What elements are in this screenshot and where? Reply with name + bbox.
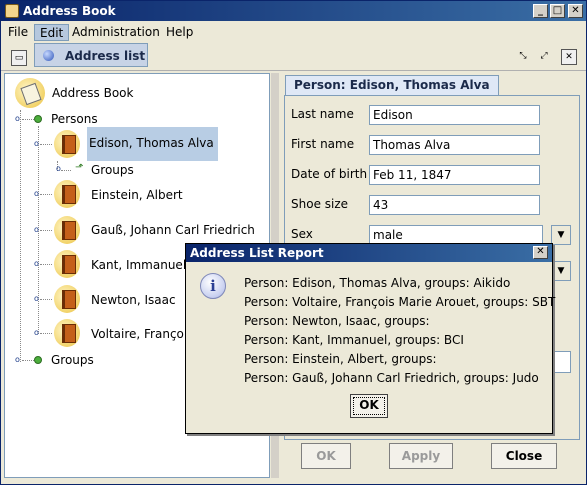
report-line: Person: Voltaire, François Marie Arouet,…	[244, 295, 556, 309]
close-frame-icon[interactable]: ✕	[561, 49, 577, 65]
date-of-birth-label: Date of birth	[291, 167, 368, 181]
shoe-size-label: Shoe size	[291, 197, 349, 211]
expand-icon[interactable]: o	[15, 356, 23, 365]
tree-line	[61, 170, 71, 171]
tree-line	[22, 360, 34, 361]
tree-line	[20, 110, 21, 362]
minimize-button[interactable]: _	[533, 4, 548, 18]
tree-node-person[interactable]: Einstein, Albert	[89, 188, 185, 202]
collapse-icon[interactable]: o	[15, 115, 23, 124]
title-bar: Address Book _ □ ✕	[1, 1, 586, 21]
tree-node-person[interactable]: Voltaire, François	[89, 327, 195, 341]
report-line: Person: Einstein, Albert, groups:	[244, 352, 437, 366]
information-icon: i	[200, 273, 226, 299]
report-line: Person: Edison, Thomas Alva, groups: Aik…	[244, 276, 511, 290]
last-name-label: Last name	[291, 107, 354, 121]
person-book-icon	[54, 180, 80, 208]
side-button[interactable]	[551, 351, 571, 373]
tree-node-person[interactable]: Gauß, Johann Carl Friedrich	[89, 223, 257, 237]
person-book-icon	[54, 250, 80, 278]
dialog-ok-button[interactable]: OK	[350, 394, 388, 418]
collapse-icon[interactable]: o	[34, 140, 42, 149]
groups-icon	[34, 356, 42, 364]
tree-line	[22, 119, 34, 120]
maximize-frame-icon[interactable]: ⤢	[536, 49, 552, 65]
tree-line	[40, 264, 52, 265]
tree-line	[40, 299, 52, 300]
tree-line	[40, 333, 52, 334]
report-line: Person: Newton, Isaac, groups:	[244, 314, 430, 328]
menu-edit[interactable]: Edit	[34, 24, 70, 41]
first-name-label: First name	[291, 137, 355, 151]
close-button[interactable]: Close	[491, 443, 557, 469]
tree-node-persons[interactable]: Persons	[49, 112, 100, 126]
person-book-icon	[54, 319, 80, 347]
tab-person[interactable]: Person: Edison, Thomas Alva	[285, 75, 499, 95]
tree-root-address-book[interactable]: Address Book	[50, 86, 135, 100]
shoe-size-field[interactable]: 43	[369, 195, 540, 215]
address-list-report-dialog: Address List Report ✕ i Person: Edison, …	[185, 243, 556, 434]
expand-icon[interactable]: o	[34, 329, 42, 338]
restore-icon[interactable]: ⤡	[515, 49, 531, 65]
menu-file[interactable]: File	[3, 24, 33, 41]
chevron-down-icon[interactable]: ▼	[551, 261, 571, 281]
address-book-window: Address Book _ □ ✕ File Edit Administrat…	[0, 0, 587, 485]
chevron-down-icon[interactable]: ▼	[551, 225, 571, 245]
last-name-field[interactable]: Edison	[369, 105, 540, 125]
apply-button[interactable]: Apply	[389, 443, 453, 469]
expand-icon[interactable]: o	[34, 226, 42, 235]
app-icon	[5, 4, 19, 18]
tree-node-person[interactable]: Edison, Thomas Alva	[87, 127, 218, 161]
window-title: Address Book	[23, 4, 116, 18]
maximize-button[interactable]: □	[550, 4, 565, 18]
tree-line	[40, 194, 52, 195]
person-book-icon	[54, 285, 80, 313]
menu-help[interactable]: Help	[161, 24, 198, 41]
ok-button[interactable]: OK	[301, 443, 351, 469]
sex-label: Sex	[291, 227, 313, 241]
tree-line	[40, 144, 52, 145]
edit-menu-dropdown: Address list	[34, 43, 148, 67]
expand-icon[interactable]: o	[34, 295, 42, 304]
report-line: Person: Kant, Immanuel, groups: BCI	[244, 333, 464, 347]
groups-arrow-icon: ⬏	[75, 162, 84, 173]
menu-administration[interactable]: Administration	[67, 24, 165, 41]
first-name-field[interactable]: Thomas Alva	[369, 135, 540, 155]
tree-node-person[interactable]: Newton, Isaac	[89, 293, 178, 307]
dialog-title: Address List Report ✕	[186, 244, 552, 262]
tree-node-person[interactable]: Kant, Immanuel	[89, 258, 188, 272]
dialog-title-text: Address List Report	[190, 246, 324, 260]
expand-icon[interactable]: o	[34, 190, 42, 199]
address-list-icon	[43, 50, 54, 61]
window-icon[interactable]: ▭	[11, 50, 27, 66]
persons-icon	[34, 115, 42, 123]
close-window-button[interactable]: ✕	[568, 4, 583, 18]
expand-icon[interactable]: o	[34, 260, 42, 269]
address-book-icon	[15, 78, 45, 108]
report-line: Person: Gauß, Johann Carl Friedrich, gro…	[244, 371, 539, 385]
tree-node-person-groups[interactable]: Groups	[89, 163, 136, 177]
dialog-close-button[interactable]: ✕	[533, 246, 548, 259]
menu-item-address-list[interactable]: Address list	[65, 49, 145, 63]
date-of-birth-field[interactable]: Feb 11, 1847	[369, 165, 540, 185]
tree-node-groups[interactable]: Groups	[49, 353, 96, 367]
tree-line	[40, 230, 52, 231]
person-book-icon	[54, 130, 80, 158]
menu-bar: File Edit Administration Help	[1, 21, 586, 43]
sex-combo[interactable]: male	[369, 225, 543, 245]
person-book-icon	[54, 216, 80, 244]
